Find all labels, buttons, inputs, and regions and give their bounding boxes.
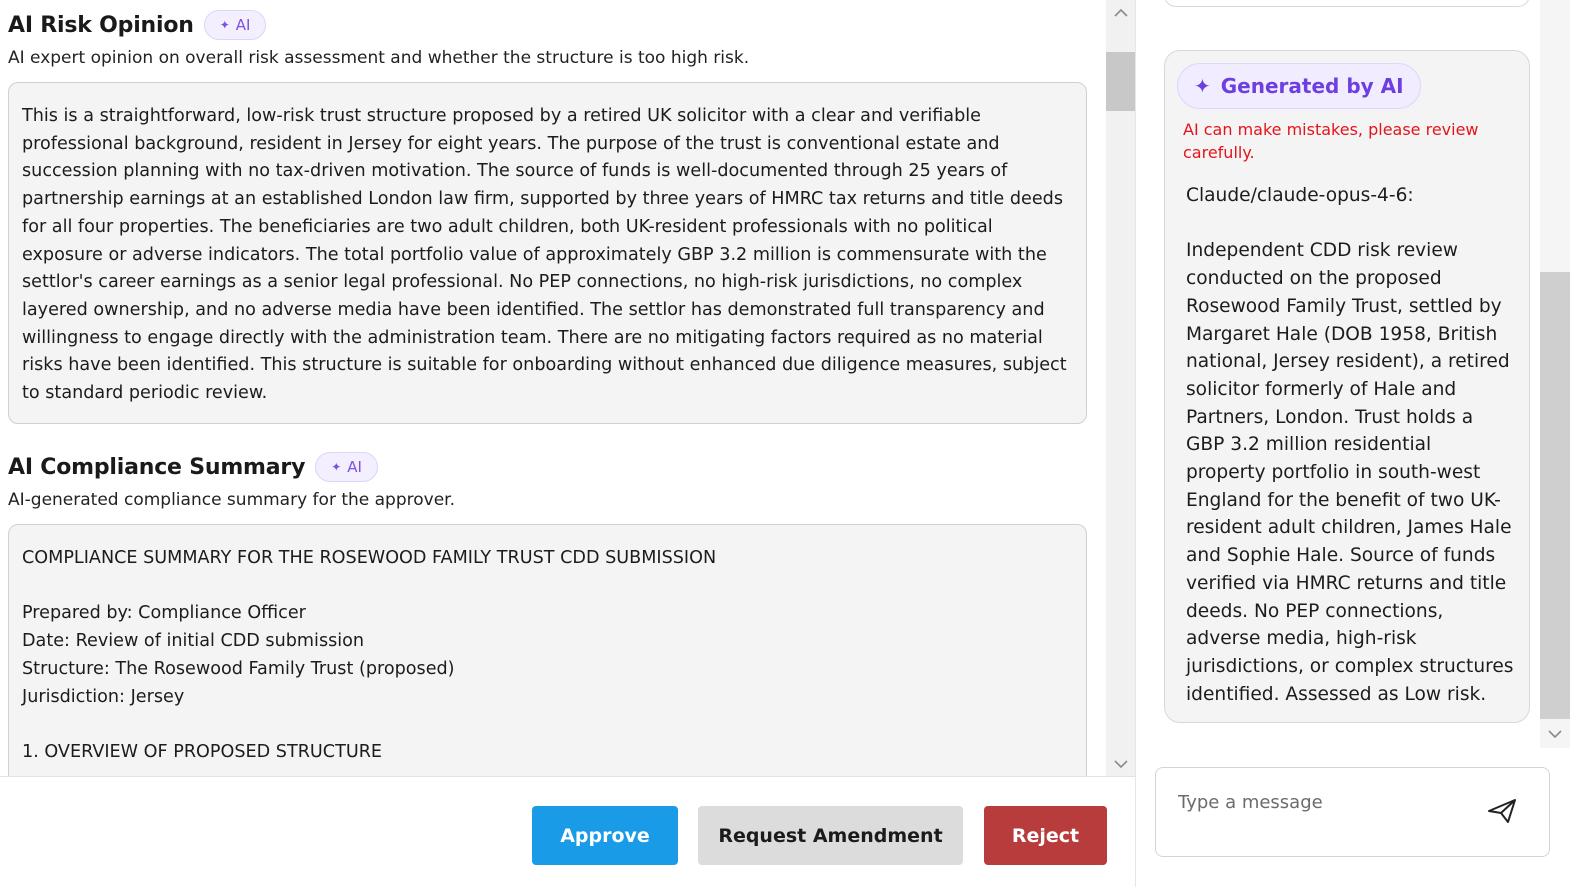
generated-by-ai-badge: ✦ Generated by AI [1177, 63, 1421, 109]
risk-opinion-text: This is a straightforward, low-risk trus… [22, 106, 1067, 404]
compliance-heading: COMPLIANCE SUMMARY FOR THE ROSEWOOD FAMI… [22, 548, 717, 568]
chevron-down-icon[interactable] [1106, 752, 1135, 776]
left-scrollbar[interactable] [1106, 0, 1135, 776]
ai-model-name: Claude/claude-opus-4-6: [1186, 185, 1414, 206]
risk-opinion-title: AI Risk Opinion [8, 12, 194, 38]
review-panel: AI Risk Opinion ✦ AI AI expert opinion o… [0, 0, 1106, 776]
compliance-summary-title: AI Compliance Summary [8, 454, 306, 480]
reject-button[interactable]: Reject [984, 806, 1107, 865]
generated-by-ai-label: Generated by AI [1220, 74, 1404, 98]
risk-opinion-description: AI expert opinion on overall risk assess… [8, 48, 750, 68]
chat-scrollbar[interactable] [1540, 0, 1570, 748]
compliance-summary-text-area[interactable]: COMPLIANCE SUMMARY FOR THE ROSEWOOD FAMI… [8, 524, 1087, 776]
message-input[interactable] [1176, 786, 1480, 818]
compliance-summary-description: AI-generated compliance summary for the … [8, 490, 456, 510]
send-icon[interactable] [1484, 793, 1520, 829]
action-bar: Approve Request Amendment Reject [0, 776, 1135, 888]
previous-message-card [1164, 0, 1530, 7]
chat-scrollbar-thumb[interactable] [1540, 272, 1570, 719]
compliance-prepared-by: Prepared by: Compliance Officer [22, 603, 306, 624]
sparkle-icon: ✦ [219, 18, 230, 32]
sparkle-icon: ✦ [331, 460, 342, 474]
compliance-date: Date: Review of initial CDD submission [22, 631, 365, 652]
ai-badge: ✦ AI [315, 452, 378, 482]
risk-opinion-text-area[interactable]: This is a straightforward, low-risk trus… [8, 82, 1087, 424]
chevron-down-icon[interactable] [1540, 722, 1570, 746]
compliance-summary-header: AI Compliance Summary ✦ AI [8, 452, 378, 482]
chevron-up-icon[interactable] [1106, 0, 1135, 24]
ai-warning-text: AI can make mistakes, please review care… [1183, 120, 1479, 162]
left-scrollbar-thumb[interactable] [1106, 52, 1135, 111]
ai-badge-label: AI [347, 458, 362, 476]
approve-button[interactable]: Approve [532, 806, 678, 865]
compliance-jurisdiction: Jurisdiction: Jersey [22, 686, 185, 707]
risk-opinion-header: AI Risk Opinion ✦ AI [8, 10, 267, 40]
compliance-structure: Structure: The Rosewood Family Trust (pr… [22, 658, 455, 679]
ai-chat-panel: ✦ Generated by AI AI can make mistakes, … [1136, 0, 1582, 887]
compliance-section-1: 1. OVERVIEW OF PROPOSED STRUCTURE [22, 741, 383, 762]
sparkle-icon: ✦ [1194, 74, 1211, 98]
ai-message-body: Claude/claude-opus-4-6: Independent CDD … [1186, 182, 1516, 708]
ai-message-text: Independent CDD risk review conducted on… [1186, 240, 1514, 705]
ai-badge: ✦ AI [203, 10, 267, 40]
message-composer [1155, 767, 1550, 857]
ai-badge-label: AI [235, 16, 251, 34]
request-amendment-button[interactable]: Request Amendment [698, 806, 963, 865]
ai-message-card: ✦ Generated by AI AI can make mistakes, … [1164, 50, 1530, 723]
